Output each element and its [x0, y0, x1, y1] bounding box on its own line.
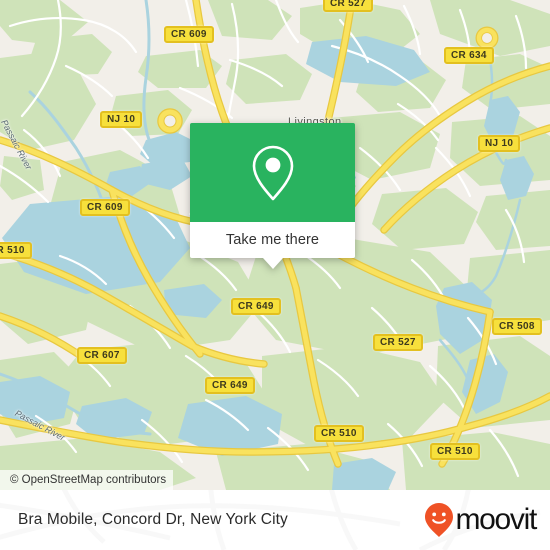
- road-shield-nj-10-west: NJ 10: [100, 111, 143, 128]
- moovit-map-screenshot: CR 609 CR 527 CR 634 NJ 10 NJ 10 CR 609 CR 510…: [0, 0, 550, 550]
- road-shield-cr-527-mid: CR 527: [373, 334, 423, 351]
- road-shield-cr-609-north: CR 609: [164, 26, 214, 43]
- road-shield-cr-510-left: CR 510: [0, 242, 32, 259]
- road-shield-cr-510-right: CR 510: [430, 443, 480, 460]
- footer-bar: Bra Mobile, Concord Dr, New York City mo…: [0, 490, 550, 550]
- road-shield-cr-508: CR 508: [492, 318, 542, 335]
- road-shield-cr-649-lower: CR 649: [205, 377, 255, 394]
- road-shield-cr-510-lower: CR 510: [314, 425, 364, 442]
- road-shield-cr-649-upper: CR 649: [231, 298, 281, 315]
- osm-attribution[interactable]: © OpenStreetMap contributors: [0, 470, 174, 490]
- take-me-there-popup[interactable]: Take me there: [190, 123, 355, 269]
- popup-header: [190, 123, 355, 222]
- moovit-wordmark: moovit: [455, 503, 537, 536]
- location-title: Bra Mobile, Concord Dr, New York City: [18, 511, 288, 528]
- moovit-logo[interactable]: moovit: [424, 502, 537, 538]
- road-shield-cr-609-west: CR 609: [80, 199, 130, 216]
- popup-tail-pointer: [262, 258, 283, 269]
- road-shield-cr-634: CR 634: [444, 47, 494, 64]
- popup-action-bar[interactable]: Take me there: [190, 222, 355, 258]
- take-me-there-label: Take me there: [225, 232, 320, 248]
- road-shield-cr-607: CR 607: [77, 347, 127, 364]
- road-shield-cr-527-top: CR 527: [323, 0, 373, 12]
- road-shield-nj-10-east: NJ 10: [478, 135, 521, 152]
- moovit-smiley-pin-icon: [425, 503, 454, 537]
- map-pin-icon: [252, 145, 293, 200]
